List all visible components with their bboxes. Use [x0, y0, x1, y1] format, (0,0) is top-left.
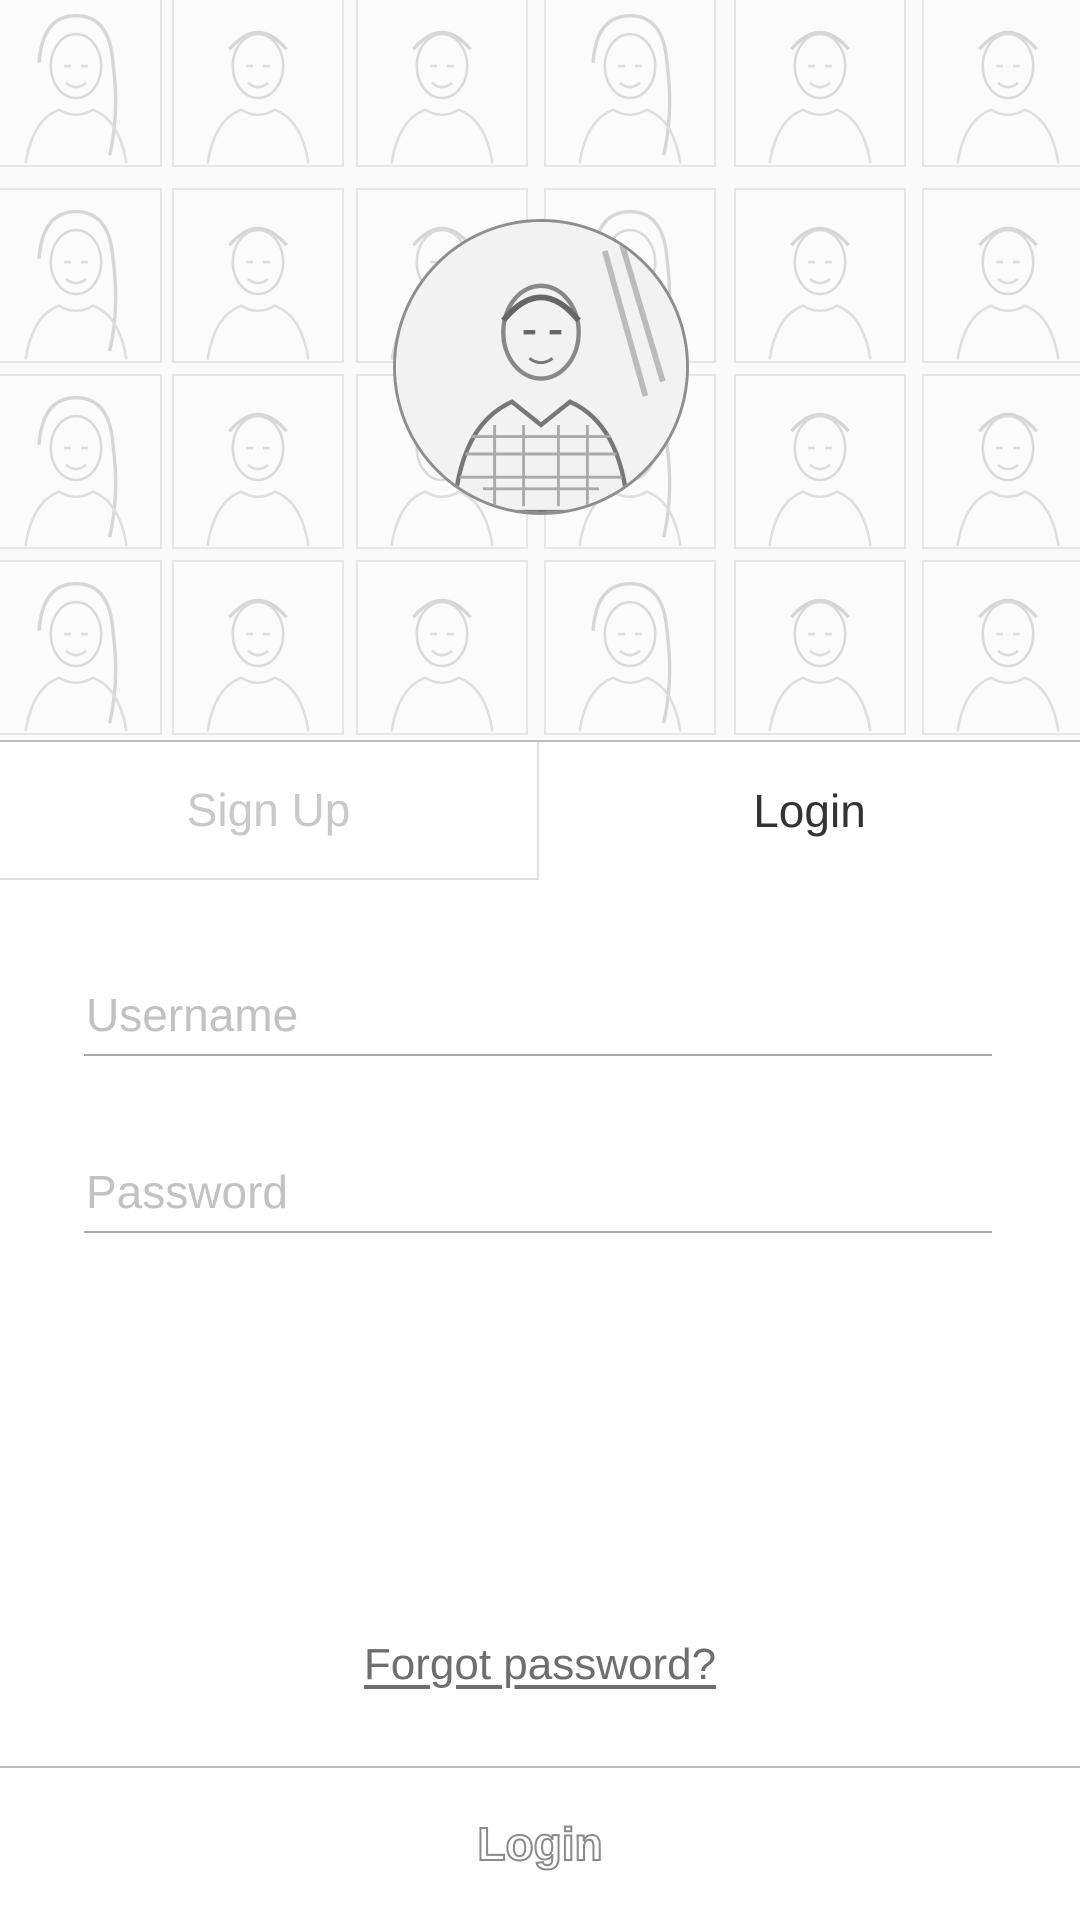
portrait-photo-icon [956, 226, 1060, 360]
tab-sign-up[interactable]: Sign Up [0, 742, 539, 880]
portrait-photo-icon [768, 30, 872, 164]
portrait-photo-icon [24, 209, 128, 360]
portrait-photo-icon [956, 30, 1060, 164]
profile-avatar [393, 219, 689, 515]
portrait-tile [0, 188, 162, 363]
password-input[interactable] [84, 1153, 992, 1231]
portrait-photo-icon [24, 581, 128, 732]
login-screen: Sign Up Login Forgot password? Login [0, 0, 1080, 1920]
username-field-wrapper [84, 976, 992, 1056]
portrait-tile [0, 560, 162, 735]
portrait-photo-icon [768, 412, 872, 546]
portrait-tile [0, 0, 162, 167]
portrait-tile [734, 374, 906, 549]
portrait-tile [172, 0, 344, 167]
portrait-tile [356, 560, 528, 735]
portrait-photo-icon [206, 598, 310, 732]
portrait-photo-icon [578, 581, 682, 732]
portrait-photo-icon [206, 412, 310, 546]
portrait-tile [544, 560, 716, 735]
portrait-photo-icon [206, 226, 310, 360]
portrait-tile [922, 560, 1080, 735]
portrait-tile [172, 374, 344, 549]
portrait-tile [172, 188, 344, 363]
portrait-photo-icon [390, 30, 494, 164]
username-input[interactable] [84, 976, 992, 1054]
portrait-photo-icon [956, 598, 1060, 732]
forgot-password-container: Forgot password? [0, 1640, 1080, 1690]
portrait-tile [544, 0, 716, 167]
portrait-photo-icon [206, 30, 310, 164]
portrait-photo-icon [24, 13, 128, 164]
auth-tabs: Sign Up Login [0, 742, 1080, 880]
portrait-tile [356, 0, 528, 167]
portrait-tile [922, 374, 1080, 549]
portrait-photo-icon [768, 226, 872, 360]
password-field-wrapper [84, 1153, 992, 1233]
portrait-tile [734, 0, 906, 167]
login-button[interactable]: Login [0, 1768, 1080, 1920]
profile-photo-icon [396, 222, 686, 512]
portrait-photo-icon [956, 412, 1060, 546]
portrait-tile [922, 188, 1080, 363]
portrait-photo-icon [390, 598, 494, 732]
portrait-photo-icon [768, 598, 872, 732]
portrait-tile [172, 560, 344, 735]
tab-login[interactable]: Login [539, 742, 1080, 880]
portrait-tile [734, 188, 906, 363]
portrait-tile [922, 0, 1080, 167]
portrait-tile [0, 374, 162, 549]
portrait-photo-icon [24, 395, 128, 546]
portrait-tile [734, 560, 906, 735]
forgot-password-link[interactable]: Forgot password? [364, 1640, 716, 1689]
portrait-photo-icon [578, 13, 682, 164]
